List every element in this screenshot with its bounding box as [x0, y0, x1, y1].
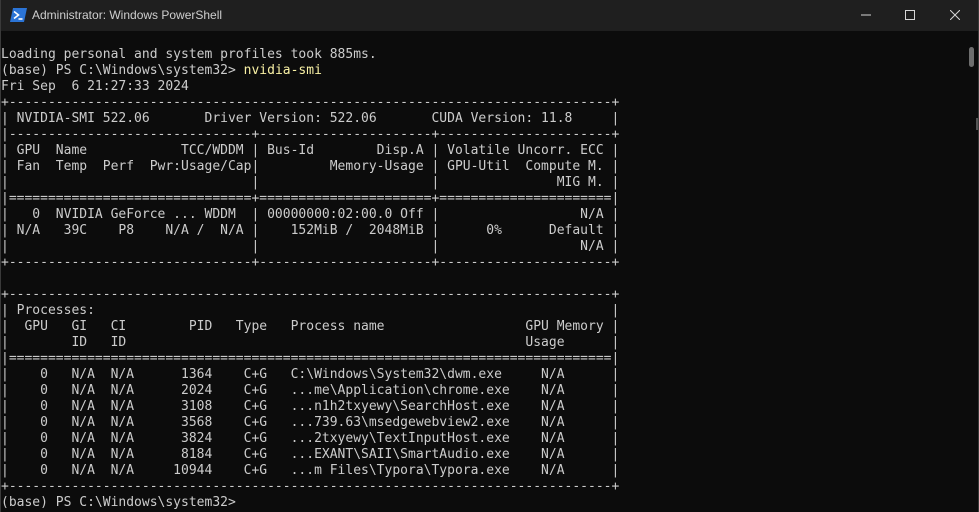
command-text: nvidia-smi: [243, 63, 322, 78]
minimize-button[interactable]: [843, 0, 889, 31]
terminal-line: | 0 N/A N/A 10944 C+G ...m Files\Typora\…: [1, 463, 620, 478]
terminal-line: | GPU Name TCC/WDDM | Bus-Id Disp.A | Vo…: [1, 143, 620, 158]
terminal-line: | 0 N/A N/A 3824 C+G ...2txyewy\TextInpu…: [1, 431, 620, 446]
prompt-line: (base) PS C:\Windows\system32>: [1, 495, 961, 511]
scrollbar-thumb[interactable]: [969, 47, 974, 67]
terminal-line: | 0 N/A N/A 8184 C+G ...EXANT\SAII\Smart…: [1, 447, 620, 462]
terminal-line: | ID ID Usage |: [1, 335, 620, 350]
terminal-line: +---------------------------------------…: [1, 95, 620, 110]
terminal-line: +---------------------------------------…: [1, 479, 620, 494]
terminal-line: | | | N/A |: [1, 239, 620, 254]
terminal-line: | 0 NVIDIA GeForce ... WDDM | 00000000:0…: [1, 207, 620, 222]
terminal-line: Loading personal and system profiles too…: [1, 47, 377, 62]
prompt-text: (base) PS C:\Windows\system32>: [1, 63, 244, 78]
terminal-line: |-------------------------------+-------…: [1, 127, 620, 142]
title-bar[interactable]: Administrator: Windows PowerShell: [1, 0, 978, 31]
terminal-line: +-------------------------------+-------…: [1, 255, 620, 270]
terminal-line: | 0 N/A N/A 3568 C+G ...739.63\msedgeweb…: [1, 415, 620, 430]
window-title: Administrator: Windows PowerShell: [32, 8, 223, 22]
close-icon: [949, 7, 961, 25]
terminal-line: +---------------------------------------…: [1, 287, 620, 302]
minimize-icon: [861, 7, 871, 25]
maximize-button[interactable]: [887, 0, 933, 31]
vertical-scrollbar[interactable]: [968, 47, 976, 512]
maximize-icon: [905, 7, 915, 25]
terminal-line: | NVIDIA-SMI 522.06 Driver Version: 522.…: [1, 111, 620, 126]
terminal-output[interactable]: Loading personal and system profiles too…: [1, 47, 961, 512]
prompt-line: (base) PS C:\Windows\system32> nvidia-sm…: [1, 63, 961, 79]
terminal-line: |=======================================…: [1, 351, 620, 366]
terminal-line: | 0 N/A N/A 3108 C+G ...n1h2txyewy\Searc…: [1, 399, 620, 414]
terminal-line: |===============================+=======…: [1, 191, 620, 206]
powershell-icon: [10, 7, 27, 23]
powershell-window: Administrator: Windows PowerShell Loadin…: [0, 0, 979, 512]
terminal-line: | 0 N/A N/A 2024 C+G ...me\Application\c…: [1, 383, 620, 398]
terminal-line: Fri Sep 6 21:27:33 2024: [1, 79, 189, 94]
close-button[interactable]: [932, 0, 978, 31]
terminal-line: | | | MIG M. |: [1, 175, 620, 190]
terminal-line: | Processes: |: [1, 303, 620, 318]
terminal-line: | 0 N/A N/A 1364 C+G C:\Windows\System32…: [1, 367, 620, 382]
terminal-line: | Fan Temp Perf Pwr:Usage/Cap| Memory-Us…: [1, 159, 620, 174]
terminal-line: | GPU GI CI PID Type Process name GPU Me…: [1, 319, 620, 334]
prompt-text: (base) PS C:\Windows\system32>: [1, 495, 244, 510]
terminal-line: | N/A 39C P8 N/A / N/A | 152MiB / 2048Mi…: [1, 223, 620, 238]
